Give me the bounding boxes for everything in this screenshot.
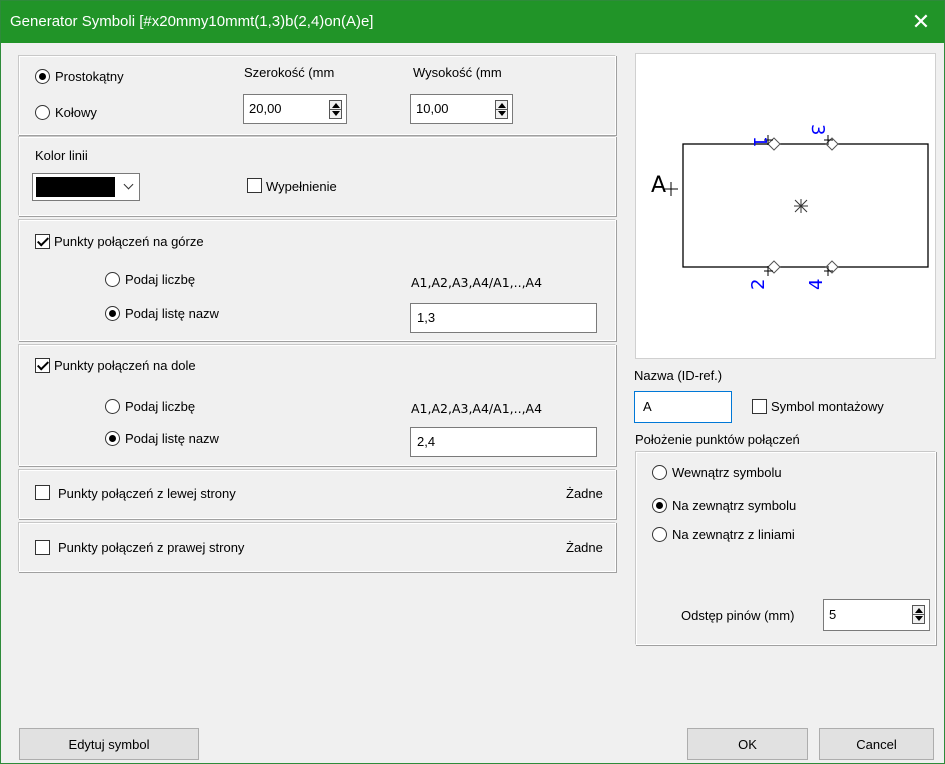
top-pins-checkbox[interactable]: [35, 234, 50, 249]
outside-radio[interactable]: [652, 498, 667, 513]
name-input[interactable]: A: [634, 391, 732, 423]
top-count-hint: A1,A2,A3,A4/A1,..,A4: [411, 275, 543, 290]
cancel-button[interactable]: Cancel: [819, 728, 934, 760]
inside-radio[interactable]: [652, 465, 667, 480]
edit-symbol-button[interactable]: Edytuj symbol: [19, 728, 199, 760]
fill-checkbox[interactable]: [247, 178, 262, 193]
top-count-label: Podaj liczbę: [125, 272, 196, 287]
name-label: Nazwa (ID-ref.): [634, 368, 723, 383]
symbol-generator-dialog: Generator Symboli [#x20mmy10mmt(1,3)b(2,…: [0, 0, 945, 764]
mount-symbol-label: Symbol montażowy: [771, 399, 884, 414]
ok-button[interactable]: OK: [687, 728, 808, 760]
fill-label: Wypełnienie: [266, 179, 337, 194]
inside-label: Wewnątrz symbolu: [672, 465, 782, 480]
bottom-pins-label: Punkty połączeń na dole: [54, 358, 196, 373]
rect-radio[interactable]: [35, 69, 50, 84]
top-list-radio[interactable]: [105, 306, 120, 321]
pin-label-bottom-2: 4: [806, 279, 827, 290]
height-value: 10,00: [416, 101, 449, 116]
pin-spacing-value: 5: [829, 607, 837, 622]
bottom-count-hint: A1,A2,A3,A4/A1,..,A4: [411, 401, 543, 416]
circle-label: Kołowy: [55, 105, 97, 120]
right-pins-label: Punkty połączeń z prawej strony: [58, 540, 245, 555]
title-bar: Generator Symboli [#x20mmy10mmt(1,3)b(2,…: [1, 1, 944, 43]
bottom-pins-checkbox[interactable]: [35, 358, 50, 373]
line-color-swatch: [36, 177, 115, 197]
width-spin-buttons[interactable]: [329, 100, 342, 119]
left-pins-checkbox[interactable]: [35, 485, 50, 500]
width-value: 20,00: [249, 101, 282, 116]
pin-spacing-spin-buttons[interactable]: [912, 605, 925, 624]
pin-position-label: Położenie punktów połączeń: [635, 432, 800, 447]
pin-spacing-spinbox[interactable]: 5: [823, 599, 930, 631]
edit-symbol-button-label: Edytuj symbol: [68, 736, 150, 752]
close-icon[interactable]: ✕: [898, 1, 944, 43]
top-pins-label: Punkty połączeń na górze: [54, 234, 204, 249]
outside-lines-label: Na zewnątrz z liniami: [672, 527, 795, 542]
symbol-preview-drawing: A 1 3 2 4: [651, 124, 929, 290]
width-label: Szerokość (mm: [244, 65, 335, 80]
bottom-list-radio[interactable]: [105, 431, 120, 446]
pin-label-top-2: 3: [807, 124, 828, 135]
line-color-combo[interactable]: [32, 173, 140, 201]
rect-label: Prostokątny: [55, 69, 124, 84]
name-value: A: [643, 399, 652, 414]
window-title: Generator Symboli [#x20mmy10mmt(1,3)b(2,…: [10, 13, 374, 30]
bottom-count-radio[interactable]: [105, 399, 120, 414]
bottom-count-label: Podaj liczbę: [125, 399, 196, 414]
height-spinbox[interactable]: 10,00: [410, 94, 513, 124]
bottom-list-label: Podaj listę nazw: [125, 431, 219, 446]
chevron-down-icon: [123, 179, 134, 190]
ok-button-label: OK: [738, 736, 757, 752]
preview-name-text: A: [651, 173, 666, 198]
pin-label-top-1: 1: [749, 136, 770, 147]
right-pins-checkbox[interactable]: [35, 540, 50, 555]
mount-symbol-checkbox[interactable]: [752, 399, 767, 414]
width-spinbox[interactable]: 20,00: [243, 94, 347, 124]
left-pins-value: Żadne: [566, 486, 603, 501]
left-pins-label: Punkty połączeń z lewej strony: [58, 486, 236, 501]
pin-label-bottom-1: 2: [748, 279, 769, 290]
height-spin-buttons[interactable]: [495, 100, 508, 119]
bottom-list-value: 2,4: [417, 434, 436, 449]
center-marker-icon: [794, 199, 808, 213]
cancel-button-label: Cancel: [856, 736, 897, 752]
bottom-list-input[interactable]: 2,4: [410, 427, 597, 457]
height-label: Wysokość (mm: [413, 65, 502, 80]
top-list-input[interactable]: 1,3: [410, 303, 597, 333]
top-list-label: Podaj listę nazw: [125, 306, 219, 321]
line-color-label: Kolor linii: [35, 148, 88, 163]
circle-radio[interactable]: [35, 105, 50, 120]
pin-spacing-label: Odstęp pinów (mm): [681, 608, 795, 623]
outside-lines-radio[interactable]: [652, 527, 667, 542]
top-list-value: 1,3: [417, 310, 436, 325]
right-pins-value: Żadne: [566, 540, 603, 555]
top-count-radio[interactable]: [105, 272, 120, 287]
symbol-preview: A 1 3 2 4: [635, 53, 936, 359]
outside-label: Na zewnątrz symbolu: [672, 498, 797, 513]
